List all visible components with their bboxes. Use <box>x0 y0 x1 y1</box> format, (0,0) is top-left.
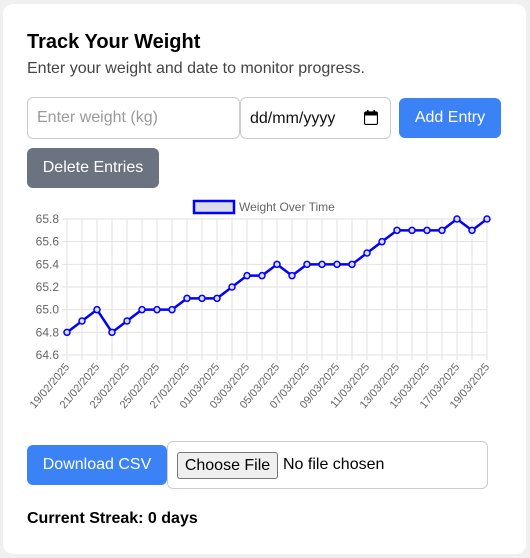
current-streak: Current Streak: 0 days <box>27 510 198 527</box>
data-point <box>273 260 281 269</box>
data-point <box>198 294 206 303</box>
data-point <box>108 328 116 337</box>
data-point <box>453 215 461 223</box>
data-point <box>363 249 371 257</box>
data-point <box>483 215 491 223</box>
data-point <box>288 271 296 280</box>
data-point <box>78 317 86 325</box>
data-point <box>408 226 416 235</box>
y-tick-label: 65.8 <box>36 212 60 226</box>
data-point <box>468 226 476 235</box>
page-subtitle: Enter your weight and date to monitor pr… <box>27 60 365 77</box>
data-point <box>228 283 236 291</box>
y-tick-label: 64.6 <box>36 348 60 362</box>
data-point <box>318 260 326 269</box>
file-input[interactable]: Choose File No file chosen <box>167 441 488 489</box>
calendar-icon[interactable] <box>364 110 378 125</box>
file-status: No file chosen <box>283 456 385 473</box>
page-title: Track Your Weight <box>27 31 201 53</box>
y-tick-label: 65.0 <box>36 303 60 317</box>
y-tick-label: 65.2 <box>36 280 60 294</box>
y-tick-label: 65.4 <box>36 257 60 271</box>
y-tick-label: 65.6 <box>36 235 60 249</box>
data-point <box>153 305 161 314</box>
data-point <box>243 271 251 280</box>
choose-file-button[interactable]: Choose File <box>177 452 278 479</box>
weight-tracker-card: Track Your Weight Enter your weight and … <box>3 4 526 554</box>
legend-swatch <box>192 199 236 215</box>
y-tick-label: 64.8 <box>36 325 60 339</box>
data-point <box>333 260 341 269</box>
data-point <box>438 226 446 235</box>
data-point <box>63 328 71 337</box>
data-point <box>123 317 131 325</box>
data-point <box>378 237 386 246</box>
data-point <box>258 271 266 280</box>
data-point <box>348 260 356 269</box>
data-point <box>93 305 101 314</box>
download-csv-button[interactable]: Download CSV <box>27 445 167 485</box>
legend-label: Weight Over Time <box>239 200 335 214</box>
date-input[interactable]: dd/mm/yyyy <box>240 97 391 139</box>
weight-input[interactable] <box>27 97 240 139</box>
add-entry-button[interactable]: Add Entry <box>399 98 501 138</box>
weight-chart: 64.664.865.065.265.465.665.819/02/202521… <box>28 199 492 411</box>
data-point <box>168 305 176 314</box>
data-point <box>303 260 311 269</box>
date-placeholder: dd/mm/yyyy <box>250 110 336 127</box>
data-point <box>423 226 431 235</box>
delete-entries-button[interactable]: Delete Entries <box>27 148 159 188</box>
data-point <box>393 226 401 235</box>
data-point <box>213 294 221 303</box>
data-point <box>183 294 191 303</box>
data-point <box>138 305 146 314</box>
